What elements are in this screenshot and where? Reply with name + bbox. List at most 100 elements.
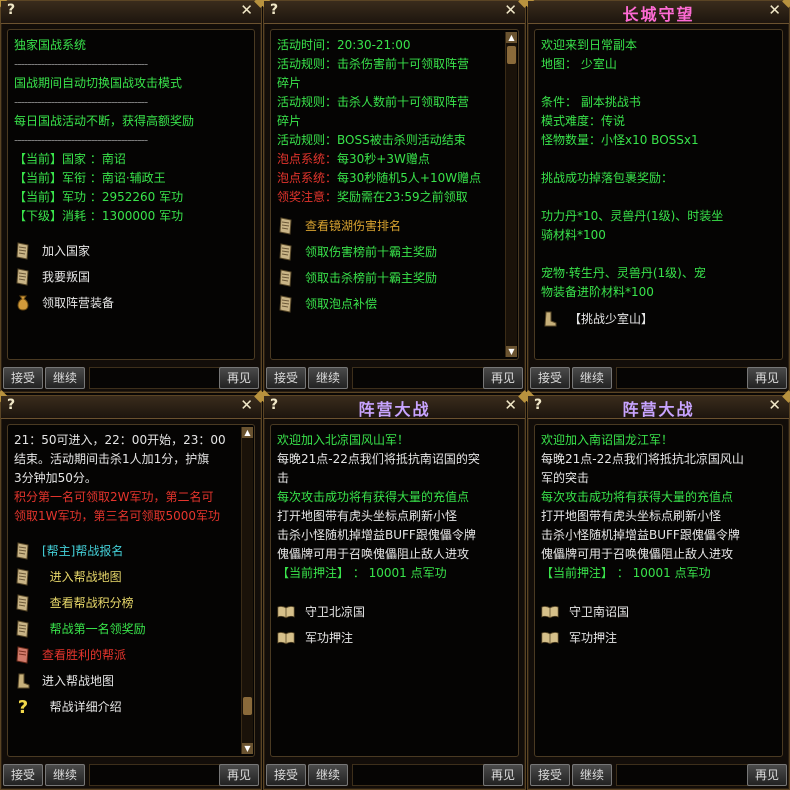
dialog-option-label[interactable]: 查看镜湖伤害排名 — [305, 217, 401, 236]
dialog-option-label[interactable]: 帮战第一名领奖励 — [42, 620, 146, 639]
dialog-option[interactable]: 我要叛国 — [14, 264, 248, 290]
text-segment: 骑材料*100 — [541, 228, 606, 242]
dialog-text: 欢迎加入南诏国龙江军！ 每晚21点-22点我们将抵抗北凉国风山 军的突击 每次攻击成功… — [541, 431, 776, 651]
dialog-option-label[interactable]: 我要叛国 — [42, 268, 90, 287]
dialog-option[interactable]: 守卫北凉国 — [277, 599, 512, 625]
dialog-option-label[interactable]: 守卫北凉国 — [305, 603, 365, 622]
dialog-option[interactable]: [帮主]帮战报名 — [14, 538, 238, 564]
dialog-option[interactable]: 查看镜湖伤害排名 — [277, 213, 502, 239]
dialog-option[interactable]: 【挑战少室山】 — [541, 306, 776, 332]
continue-button[interactable]: 继续 — [308, 764, 348, 786]
text-segment: 怪物数量：小怪x10 BOSSx1 — [541, 133, 699, 147]
chat-input[interactable] — [616, 367, 750, 389]
scroll-up-icon[interactable]: ▲ — [242, 427, 253, 438]
chat-input[interactable] — [616, 764, 750, 786]
accept-button[interactable]: 接受 — [530, 367, 570, 389]
text-line: 活动规则：BOSS被击杀则活动结束 — [277, 131, 502, 150]
chat-input[interactable] — [89, 764, 223, 786]
chat-input[interactable] — [352, 367, 486, 389]
scroll-thumb[interactable] — [243, 697, 252, 715]
dialog-option-label[interactable]: 帮战详细介绍 — [42, 698, 122, 717]
dialog-option[interactable]: 领取击杀榜前十霸主奖励 — [277, 265, 502, 291]
dialog-option-label[interactable]: 领取伤害榜前十霸主奖励 — [305, 243, 437, 262]
text-segment: 模式难度：传说 — [541, 114, 626, 128]
scroll-down-icon[interactable]: ▼ — [506, 346, 517, 357]
dialog-option-label[interactable]: 领取泡点补偿 — [305, 295, 377, 314]
goodbye-button[interactable]: 再见 — [219, 367, 259, 389]
dialog-option-label[interactable]: [帮主]帮战报名 — [42, 542, 123, 561]
dialog-option-label[interactable]: 查看胜利的帮派 — [42, 646, 126, 665]
scroll-down-icon[interactable]: ▼ — [242, 743, 253, 754]
bottom-bar: 接受 继续 再见 — [1, 759, 261, 789]
chat-input[interactable] — [89, 367, 223, 389]
continue-button[interactable]: 继续 — [572, 367, 612, 389]
dialog-option[interactable]: 帮战第一名领奖励 — [14, 616, 238, 642]
accept-button[interactable]: 接受 — [3, 764, 43, 786]
dialog-option-label[interactable]: 领取击杀榜前十霸主奖励 — [305, 269, 437, 288]
close-icon[interactable]: ✕ — [240, 1, 253, 19]
dialog-option[interactable]: 查看胜利的帮派 — [14, 642, 238, 668]
dialog-option[interactable]: 进入帮战地图 — [14, 564, 238, 590]
text-line: 宠物·转生丹、灵兽丹(1级)、宠 — [541, 264, 776, 283]
dialog-option[interactable]: 加入国家 — [14, 238, 248, 264]
boot-icon — [14, 671, 32, 691]
dialog-option-label[interactable]: 查看帮战积分榜 — [42, 594, 134, 613]
dialog-option-label[interactable]: 领取阵营装备 — [42, 294, 114, 313]
text-segment: 每30秒随机5人+10W赠点 — [337, 171, 482, 185]
dialog-option[interactable]: 进入帮战地图 — [14, 668, 238, 694]
text-line: ---------------------------------------- — [14, 93, 248, 112]
dialog-option-label[interactable]: 进入帮战地图 — [42, 568, 122, 587]
scroll-thumb[interactable] — [507, 46, 516, 64]
close-icon[interactable]: ✕ — [768, 1, 781, 19]
chat-input[interactable] — [352, 764, 486, 786]
dialog-option-label[interactable]: 进入帮战地图 — [42, 672, 114, 691]
dialog-option[interactable]: 军功押注 — [541, 625, 776, 651]
close-icon[interactable]: ✕ — [504, 396, 517, 414]
accept-button[interactable]: 接受 — [266, 367, 306, 389]
dialog-option[interactable]: 领取泡点补偿 — [277, 291, 502, 317]
dialog-option-label[interactable]: 守卫南诏国 — [569, 603, 629, 622]
text-segment: 每次攻击成功将有获得大量的充值点 — [277, 490, 470, 504]
close-icon[interactable]: ✕ — [240, 396, 253, 414]
dialog-option-label[interactable]: 军功押注 — [305, 629, 353, 648]
close-icon[interactable]: ✕ — [504, 1, 517, 19]
scroll-icon — [14, 593, 32, 613]
scroll-up-icon[interactable]: ▲ — [506, 32, 517, 43]
continue-button[interactable]: 继续 — [308, 367, 348, 389]
close-icon[interactable]: ✕ — [768, 396, 781, 414]
dialog-option[interactable]: 领取阵营装备 — [14, 290, 248, 316]
help-icon[interactable]: ? — [7, 397, 15, 413]
dialog-option-label[interactable]: 【挑战少室山】 — [569, 310, 653, 329]
goodbye-button[interactable]: 再见 — [747, 764, 787, 786]
titlebar: 长城守望 ✕ — [528, 1, 789, 24]
scrollbar[interactable]: ▲ ▼ — [505, 32, 517, 357]
dialog-text: 独家国战系统 ----------------------------------… — [14, 36, 248, 316]
dialog-option[interactable]: ? 帮战详细介绍 — [14, 694, 238, 720]
goodbye-button[interactable]: 再见 — [747, 367, 787, 389]
dialog-option[interactable]: 领取伤害榜前十霸主奖励 — [277, 239, 502, 265]
accept-button[interactable]: 接受 — [266, 764, 306, 786]
goodbye-button[interactable]: 再见 — [483, 764, 523, 786]
titlebar: ? 阵营大战 ✕ — [264, 396, 525, 419]
accept-button[interactable]: 接受 — [530, 764, 570, 786]
dialog-option[interactable]: 守卫南诏国 — [541, 599, 776, 625]
dialog-option[interactable]: 军功押注 — [277, 625, 512, 651]
help-icon[interactable]: ? — [7, 2, 15, 18]
accept-button[interactable]: 接受 — [3, 367, 43, 389]
dialog-option[interactable]: 查看帮战积分榜 — [14, 590, 238, 616]
continue-button[interactable]: 继续 — [45, 367, 85, 389]
text-line: 挑战成功掉落包裹奖励： — [541, 169, 776, 188]
continue-button[interactable]: 继续 — [572, 764, 612, 786]
dialog-option-label[interactable]: 加入国家 — [42, 242, 90, 261]
text-line: 击杀小怪随机掉增益BUFF跟傀儡令牌 — [277, 526, 512, 545]
dialog-mirror-lake-event: ? ✕ 活动时间：20:30-21:00 活动规则：击杀伤害前十可领取阵营 碎片 活动… — [263, 0, 526, 393]
continue-button[interactable]: 继续 — [45, 764, 85, 786]
goodbye-button[interactable]: 再见 — [219, 764, 259, 786]
help-icon[interactable]: ? — [270, 2, 278, 18]
dialog-great-wall-watch: 长城守望 ✕ 欢迎来到日常副本 地图： 少室山 条件： 副本挑战书 模式难度：传说怪… — [527, 0, 790, 393]
goodbye-button[interactable]: 再见 — [483, 367, 523, 389]
dialog-option-label[interactable]: 军功押注 — [569, 629, 617, 648]
bottom-bar: 接受 继续 再见 — [1, 362, 261, 392]
text-segment: 【当前】军功 ：2952260 军功 — [14, 190, 184, 204]
scrollbar[interactable]: ▲ ▼ — [241, 427, 253, 754]
